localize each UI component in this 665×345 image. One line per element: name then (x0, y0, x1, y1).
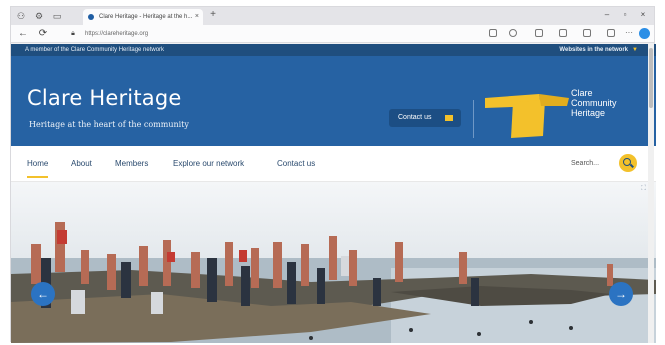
tab-close-icon[interactable]: × (195, 9, 199, 25)
hero-slideshow: ⛶ ← → (11, 182, 656, 343)
header-divider (473, 100, 474, 138)
favorites-icon[interactable] (559, 29, 567, 37)
close-window-button[interactable]: × (636, 10, 650, 19)
tab-title: Clare Heritage - Heritage at the h... (99, 14, 193, 20)
fullscreen-icon[interactable]: ⛶ (641, 185, 646, 193)
page-scrollbar[interactable] (648, 44, 654, 343)
websites-in-network-link[interactable]: Websites in the network (559, 44, 628, 56)
extensions-icon[interactable] (607, 29, 615, 37)
nav-members[interactable]: Members (115, 158, 148, 170)
address-bar: ← ⟳ 🔒︎ https://clareheritage.org ··· (11, 25, 654, 43)
clare-community-heritage-logo[interactable] (483, 86, 583, 146)
browser-tab[interactable]: Clare Heritage - Heritage at the h... × (83, 9, 203, 25)
minimize-button[interactable]: – (600, 10, 614, 19)
new-tab-button[interactable]: + (207, 9, 219, 20)
mail-icon (445, 115, 453, 121)
collections-icon[interactable]: ⚙ (33, 10, 45, 22)
more-menu-icon[interactable]: ··· (625, 29, 633, 37)
nav-explore-our-network[interactable]: Explore our network (173, 158, 244, 170)
contact-us-label: Contact us (398, 114, 432, 121)
nav-contact-us[interactable]: Contact us (277, 158, 315, 170)
refresh-icon[interactable]: ⟳ (37, 28, 49, 40)
search-input[interactable]: Search... (571, 158, 599, 170)
scrollbar-thumb[interactable] (649, 48, 653, 108)
contact-us-button[interactable]: Contact us (389, 109, 461, 127)
nav-home[interactable]: Home (27, 158, 49, 178)
logo-text: Clare Community Heritage (571, 88, 617, 118)
network-membership-text: A member of the Clare Community Heritage… (25, 47, 165, 53)
arrow-right-icon[interactable]: → (609, 282, 633, 306)
collections-button-icon[interactable] (583, 29, 591, 37)
hero-photo (11, 182, 656, 343)
edge-profile-icon[interactable] (639, 28, 650, 39)
arrow-left-icon[interactable]: ← (31, 282, 55, 306)
tab-strip: ⚇ ⚙ ▭ Clare Heritage - Heritage at the h… (11, 7, 654, 25)
url-field[interactable]: https://clareheritage.org (85, 28, 485, 40)
read-aloud-icon[interactable] (489, 29, 497, 37)
split-screen-icon[interactable] (535, 29, 543, 37)
star-icon[interactable] (509, 29, 517, 37)
logo-line-clare: Clare (571, 88, 593, 98)
site-title[interactable]: Clare Heritage (27, 86, 181, 110)
browser-window: ⚇ ⚙ ▭ Clare Heritage - Heritage at the h… (10, 6, 656, 343)
site-tagline: Heritage at the heart of the community (29, 120, 189, 129)
site-header: Clare Heritage Heritage at the heart of … (11, 56, 656, 146)
favicon-icon (88, 14, 94, 20)
main-navigation: Home About Members Explore our network C… (11, 146, 656, 182)
chevron-down-icon[interactable]: ▼ (632, 44, 638, 56)
back-icon[interactable]: ← (17, 28, 29, 40)
logo-line-community: Community (571, 98, 617, 108)
nav-about[interactable]: About (71, 158, 92, 170)
lock-icon: 🔒︎ (71, 30, 75, 37)
logo-line-heritage: Heritage (571, 108, 606, 118)
network-bar: A member of the Clare Community Heritage… (11, 44, 656, 56)
web-page: A member of the Clare Community Heritage… (11, 44, 656, 343)
profile-icon[interactable]: ⚇ (15, 10, 27, 22)
maximize-button[interactable]: ▫ (618, 10, 632, 19)
tab-actions-icon[interactable]: ▭ (51, 10, 63, 22)
search-icon[interactable] (619, 154, 637, 172)
